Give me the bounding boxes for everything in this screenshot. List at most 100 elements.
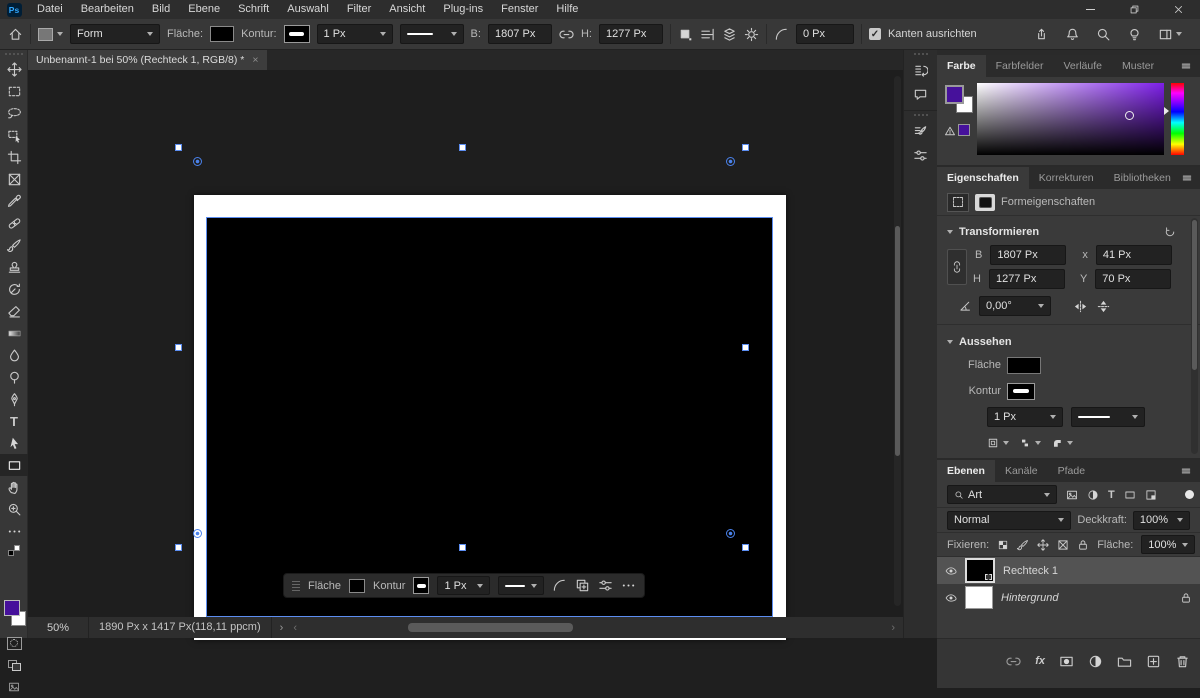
tab-pfade[interactable]: Pfade	[1048, 460, 1095, 482]
transform-handle-bl[interactable]	[175, 544, 182, 551]
tab-farbfelder[interactable]: Farbfelder	[986, 55, 1054, 77]
appearance-fill-swatch[interactable]	[1007, 357, 1041, 374]
corner-anchor-tr[interactable]	[726, 157, 735, 166]
flip-vertical-icon[interactable]	[1096, 299, 1111, 314]
eyedropper-tool[interactable]	[0, 190, 28, 212]
ctx-stroke-swatch[interactable]	[413, 577, 429, 594]
layer-filter-select[interactable]: Art	[947, 485, 1057, 504]
menu-ebene[interactable]: Ebene	[179, 0, 229, 19]
appearance-stroke-width-select[interactable]: 1 Px	[987, 407, 1063, 427]
layer-name[interactable]: Hintergrund	[1001, 592, 1058, 604]
new-group-folder-icon[interactable]	[1117, 654, 1132, 669]
y-input[interactable]: 70 Px	[1095, 269, 1171, 289]
shape-rectangle[interactable]	[206, 217, 773, 617]
tab-kanaele[interactable]: Kanäle	[995, 460, 1048, 482]
notifications-bell-icon[interactable]	[1065, 27, 1080, 42]
transform-handle-tc[interactable]	[459, 144, 466, 151]
filter-shape-layers-icon[interactable]	[1124, 489, 1136, 501]
fill-swatch[interactable]	[210, 26, 234, 42]
menu-bearbeiten[interactable]: Bearbeiten	[72, 0, 143, 19]
menu-fenster[interactable]: Fenster	[492, 0, 547, 19]
hue-slider[interactable]	[1171, 83, 1184, 155]
rectangle-tool[interactable]	[0, 454, 28, 476]
transform-handle-ml[interactable]	[175, 344, 182, 351]
window-close-button[interactable]	[1156, 0, 1200, 19]
section-collapse-icon[interactable]	[947, 340, 953, 344]
transform-properties-icon[interactable]	[947, 193, 969, 212]
tab-eigenschaften[interactable]: Eigenschaften	[937, 167, 1029, 189]
stroke-swatch[interactable]	[284, 25, 310, 43]
appearance-stroke-type-select[interactable]	[1071, 407, 1145, 427]
align-edges-checkbox[interactable]: ✓	[869, 28, 881, 40]
lock-position-icon[interactable]	[1037, 539, 1049, 551]
corner-radius-input[interactable]: 0 Px	[796, 24, 854, 44]
add-layer-mask-icon[interactable]	[1059, 654, 1074, 669]
lock-all-icon[interactable]	[1077, 539, 1089, 551]
window-minimize-button[interactable]	[1068, 0, 1112, 19]
tab-farbe[interactable]: Farbe	[937, 55, 986, 77]
lock-transparent-icon[interactable]	[997, 539, 1009, 551]
filter-adjustment-layers-icon[interactable]	[1087, 489, 1099, 501]
lasso-tool[interactable]	[0, 102, 28, 124]
shape-height-input[interactable]: 1277 Px	[599, 24, 663, 44]
blend-mode-select[interactable]: Normal	[947, 511, 1071, 530]
document-tab[interactable]: Unbenannt-1 bei 50% (Rechteck 1, RGB/8) …	[28, 50, 267, 70]
share-icon[interactable]	[1034, 27, 1049, 42]
object-selection-tool[interactable]	[0, 124, 28, 146]
color-field-cursor[interactable]	[1125, 111, 1134, 120]
layer-name[interactable]: Rechteck 1	[1003, 565, 1058, 577]
tab-korrekturen[interactable]: Korrekturen	[1029, 167, 1104, 189]
healing-brush-tool[interactable]	[0, 212, 28, 234]
context-taskbar-grip[interactable]	[292, 581, 300, 591]
status-flyout-icon[interactable]: ›	[280, 622, 284, 634]
layer-row-rechteck[interactable]: Rechteck 1	[937, 557, 1200, 584]
ctx-properties-sliders-icon[interactable]	[598, 578, 613, 593]
search-icon[interactable]	[1096, 27, 1111, 42]
shape-properties-icon[interactable]	[975, 194, 995, 211]
layer-fill-select[interactable]: 100%	[1141, 535, 1195, 554]
tab-ebenen[interactable]: Ebenen	[937, 460, 995, 482]
menu-hilfe[interactable]: Hilfe	[547, 0, 587, 19]
stroke-align-select[interactable]	[987, 437, 1009, 449]
new-layer-icon[interactable]	[1146, 654, 1161, 669]
path-operations-icon[interactable]	[678, 27, 693, 42]
hue-slider-marker[interactable]	[1164, 107, 1169, 115]
path-arrangement-icon[interactable]	[722, 27, 737, 42]
appearance-stroke-swatch[interactable]	[1007, 383, 1035, 400]
document-tab-close-icon[interactable]: ×	[252, 54, 258, 66]
gradient-tool[interactable]	[0, 322, 28, 344]
color-foreground-swatch[interactable]	[945, 85, 964, 104]
width-input[interactable]: 1807 Px	[990, 245, 1066, 265]
foreground-color-swatch[interactable]	[4, 600, 20, 616]
edit-toolbar-ellipsis-icon[interactable]	[0, 520, 28, 542]
transform-handle-br[interactable]	[742, 544, 749, 551]
scroll-right-icon[interactable]: ›	[891, 622, 895, 634]
window-restore-button[interactable]	[1112, 0, 1156, 19]
history-brush-tool[interactable]	[0, 278, 28, 300]
default-colors-icon[interactable]	[0, 542, 28, 558]
ctx-fill-swatch[interactable]	[349, 579, 365, 593]
move-tool[interactable]	[0, 58, 28, 80]
transform-handle-tr[interactable]	[742, 144, 749, 151]
document-viewport[interactable]	[28, 70, 903, 617]
crop-tool[interactable]	[0, 146, 28, 168]
transform-handle-mr[interactable]	[742, 344, 749, 351]
path-selection-tool[interactable]	[0, 432, 28, 454]
menu-plugins[interactable]: Plug-ins	[434, 0, 492, 19]
tab-bibliotheken[interactable]: Bibliotheken	[1104, 167, 1181, 189]
vertical-scrollbar[interactable]	[894, 76, 901, 606]
menu-auswahl[interactable]: Auswahl	[278, 0, 338, 19]
type-tool[interactable]: T	[0, 410, 28, 432]
frame-tool[interactable]	[0, 168, 28, 190]
filter-toggle[interactable]	[1185, 490, 1194, 499]
marquee-tool[interactable]	[0, 80, 28, 102]
toolbar-grip[interactable]	[0, 50, 27, 58]
lock-pixels-icon[interactable]	[1017, 539, 1029, 551]
link-dimensions-icon[interactable]	[559, 27, 574, 42]
hand-tool[interactable]	[0, 476, 28, 498]
stroke-caps-select[interactable]	[1019, 437, 1041, 449]
tool-presets-panel-icon[interactable]	[908, 143, 934, 167]
x-input[interactable]: 41 Px	[1096, 245, 1172, 265]
history-panel-icon[interactable]	[908, 58, 934, 82]
transform-handle-bc[interactable]	[459, 544, 466, 551]
